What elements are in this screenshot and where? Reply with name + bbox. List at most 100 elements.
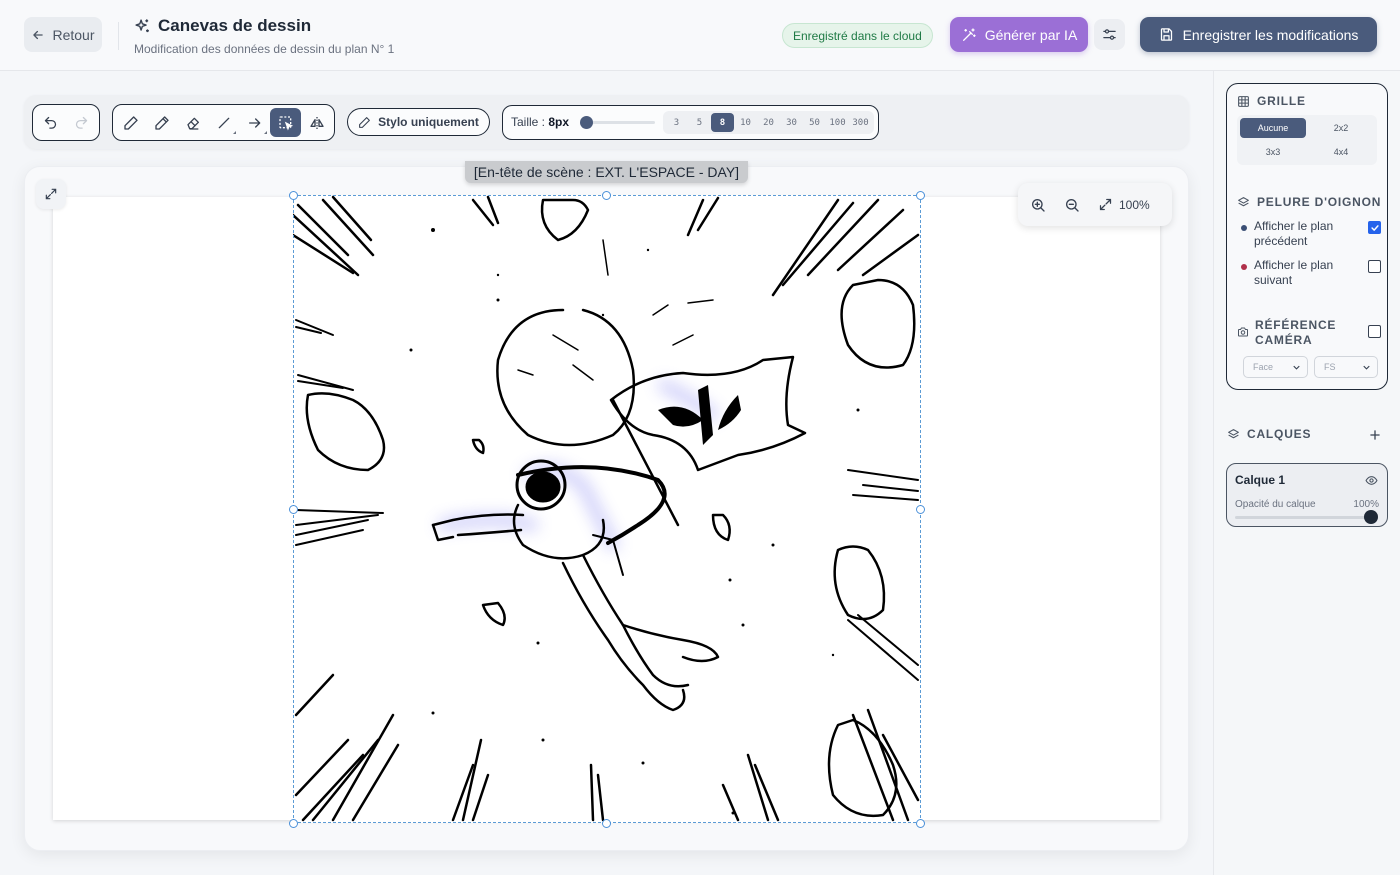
arrow-tool[interactable] xyxy=(239,108,270,137)
select-tool[interactable] xyxy=(270,108,301,137)
size-slider-handle[interactable] xyxy=(579,116,593,129)
history-group xyxy=(32,104,100,141)
cloud-status-badge: Enregistré dans le cloud xyxy=(782,23,933,48)
layer-opacity-label: Opacité du calque xyxy=(1235,499,1316,510)
onion-skin-title: PELURE D'OIGNON xyxy=(1237,195,1381,209)
camera-angle-select[interactable]: Face xyxy=(1243,356,1308,378)
pen-only-toggle[interactable]: Stylo uniquement xyxy=(347,108,490,136)
pencil-tool[interactable] xyxy=(146,108,177,137)
fit-zoom-button[interactable]: 100% xyxy=(1098,197,1150,212)
layer-item[interactable]: Calque 1 Opacité du calque 100% xyxy=(1226,463,1388,527)
resize-handle-left[interactable] xyxy=(289,505,298,514)
astronaut-sketch-image[interactable] xyxy=(293,195,921,823)
back-button[interactable]: Retour xyxy=(24,17,102,52)
pen-tool[interactable] xyxy=(115,108,146,137)
camera-reference-title: RÉFÉRENCE CAMÉRA xyxy=(1255,318,1337,347)
brush-size-control: Taille : 8px 3 5 8 10 20 30 50 100 300 xyxy=(502,105,879,140)
resize-handle-top[interactable] xyxy=(602,191,611,200)
settings-button[interactable] xyxy=(1094,19,1125,50)
pencil-icon xyxy=(154,115,169,130)
eye-icon[interactable] xyxy=(1365,474,1378,487)
eraser-tool[interactable] xyxy=(177,108,208,137)
pen-icon xyxy=(123,115,138,130)
camera-reference-row: RÉFÉRENCE CAMÉRA xyxy=(1237,318,1381,348)
size-preset-20[interactable]: 20 xyxy=(757,113,780,132)
layer-opacity-slider[interactable] xyxy=(1235,516,1375,519)
line-tool[interactable] xyxy=(208,108,239,137)
layer-opacity-handle[interactable] xyxy=(1364,510,1378,524)
arrow-left-icon xyxy=(33,30,44,39)
title-block: Canevas de dessin Modification des donné… xyxy=(134,16,394,56)
add-layer-button[interactable] xyxy=(1362,422,1388,448)
size-value: 8px xyxy=(548,115,570,129)
mirror-tool[interactable] xyxy=(301,108,332,137)
redo-button[interactable] xyxy=(66,108,97,137)
arrow-right-icon xyxy=(248,117,260,128)
resize-handle-bottom-right[interactable] xyxy=(916,819,925,828)
pen-only-label: Stylo uniquement xyxy=(378,115,479,129)
back-button-label: Retour xyxy=(52,26,95,43)
size-label: Taille : 8px xyxy=(511,115,570,129)
size-preset-300[interactable]: 300 xyxy=(849,113,872,132)
resize-handle-top-right[interactable] xyxy=(916,191,925,200)
onion-prev-label: Afficher le plan précédent xyxy=(1254,219,1334,248)
layer-name: Calque 1 xyxy=(1235,473,1286,487)
size-presets: 3 5 8 10 20 30 50 100 300 xyxy=(663,111,874,134)
size-preset-8[interactable]: 8 xyxy=(711,113,734,132)
tools-group xyxy=(112,104,335,141)
camera-icon xyxy=(1238,327,1248,337)
page-title: Canevas de dessin xyxy=(158,16,312,35)
fullscreen-button[interactable] xyxy=(36,179,66,209)
zoom-out-icon[interactable] xyxy=(1064,197,1080,213)
grid-option-2x2[interactable]: 2x2 xyxy=(1308,118,1374,138)
canvas-settings-card: GRILLE Aucune 2x2 3x3 4x4 PELURE D'OIGNO… xyxy=(1226,83,1388,390)
onion-next-row[interactable]: Afficher le plan suivant xyxy=(1241,258,1381,288)
onion-prev-row[interactable]: Afficher le plan précédent xyxy=(1241,219,1381,249)
pen-icon xyxy=(359,116,371,128)
grid-option-none[interactable]: Aucune xyxy=(1240,118,1306,138)
zoom-in-icon[interactable] xyxy=(1030,197,1046,213)
maximize-icon xyxy=(1099,198,1112,211)
scene-heading-label: [En-tête de scène : EXT. L'ESPACE - DAY] xyxy=(465,161,748,183)
layers-icon xyxy=(1238,196,1249,206)
camera-reference-checkbox[interactable] xyxy=(1368,325,1381,338)
expand-icon xyxy=(45,188,57,200)
resize-handle-right[interactable] xyxy=(916,505,925,514)
resize-handle-bottom[interactable] xyxy=(602,819,611,828)
plus-icon xyxy=(1370,430,1380,440)
grid-icon xyxy=(1238,95,1249,107)
chevron-down-icon xyxy=(1363,365,1370,370)
chevron-down-icon xyxy=(1293,365,1300,370)
resize-handle-top-left[interactable] xyxy=(289,191,298,200)
prev-color-dot xyxy=(1241,225,1247,231)
line-icon xyxy=(218,117,229,128)
size-preset-30[interactable]: 30 xyxy=(780,113,803,132)
sparkles-icon xyxy=(135,18,149,32)
save-changes-button[interactable]: Enregistrer les modifications xyxy=(1140,17,1377,52)
undo-button[interactable] xyxy=(35,108,66,137)
eraser-icon xyxy=(186,117,199,130)
onion-next-checkbox[interactable] xyxy=(1368,260,1381,273)
generate-ai-button[interactable]: Générer par IA xyxy=(950,17,1088,52)
size-preset-100[interactable]: 100 xyxy=(826,113,849,132)
size-preset-10[interactable]: 10 xyxy=(734,113,757,132)
save-icon xyxy=(1160,28,1172,41)
grid-option-4x4[interactable]: 4x4 xyxy=(1308,142,1374,162)
grid-option-3x3[interactable]: 3x3 xyxy=(1240,142,1306,162)
onion-next-label: Afficher le plan suivant xyxy=(1254,258,1334,287)
grid-section-title: GRILLE xyxy=(1237,94,1306,108)
magic-wand-icon xyxy=(962,27,976,41)
resize-handle-bottom-left[interactable] xyxy=(289,819,298,828)
flip-horizontal-icon xyxy=(309,116,324,129)
redo-icon xyxy=(75,116,88,129)
size-preset-50[interactable]: 50 xyxy=(803,113,826,132)
header-divider xyxy=(118,22,119,50)
grid-options: Aucune 2x2 3x3 4x4 xyxy=(1237,115,1377,165)
size-preset-5[interactable]: 5 xyxy=(688,113,711,132)
camera-shot-select[interactable]: FS xyxy=(1314,356,1378,378)
size-preset-3[interactable]: 3 xyxy=(665,113,688,132)
undo-icon xyxy=(44,116,57,129)
sliders-icon xyxy=(1103,29,1116,40)
layer-opacity-value: 100% xyxy=(1353,499,1379,510)
onion-prev-checkbox[interactable] xyxy=(1368,221,1381,234)
